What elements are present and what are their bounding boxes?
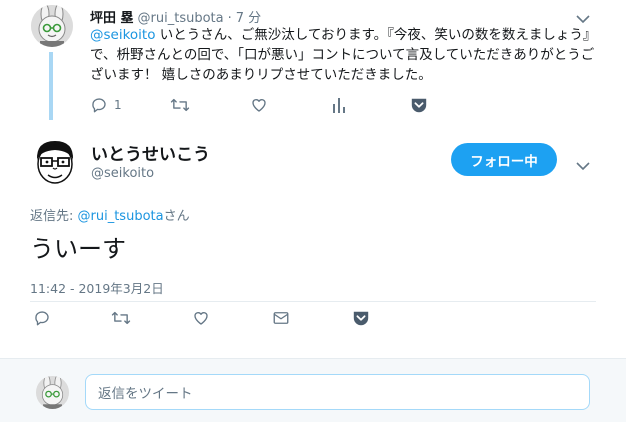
reply-placeholder: 返信をツイート — [98, 386, 193, 402]
reply-to-suffix: さん — [163, 209, 190, 224]
divider — [30, 301, 596, 302]
thread-line — [49, 52, 53, 120]
parent-tweet-body: いとうさん、ご無沙汰しております。『今夜、笑いの数を数えましょう』で、枡野さんと… — [90, 27, 597, 83]
parent-reply-button[interactable]: 1 — [90, 96, 122, 114]
main-retweet-button[interactable] — [111, 309, 131, 327]
like-icon — [192, 309, 210, 327]
parent-mention-link[interactable]: @seikoito — [90, 27, 156, 43]
pocket-icon — [352, 309, 370, 327]
parent-pocket-button[interactable] — [410, 96, 428, 114]
retweet-icon — [111, 309, 131, 327]
analytics-icon — [331, 96, 347, 114]
main-author-handle[interactable]: @seikoito — [91, 166, 154, 181]
main-message-button[interactable] — [272, 309, 290, 327]
reply-to-line: 返信先: @rui_tsubotaさん — [30, 205, 190, 224]
reply-to-prefix: 返信先: — [30, 209, 78, 224]
main-tweet-timestamp[interactable]: 11:42 - 2019年3月2日 — [30, 278, 164, 297]
parent-reply-count: 1 — [114, 98, 122, 112]
main-pocket-button[interactable] — [352, 309, 370, 327]
following-button[interactable]: フォロー中 — [451, 143, 557, 176]
parent-tweet-text: @seikoito いとうさん、ご無沙汰しております。『今夜、笑いの数を数えまし… — [90, 25, 600, 85]
message-icon — [272, 309, 290, 327]
parent-tweet-header: 坪田 塁 @rui_tsubota · 7 分 — [90, 7, 261, 26]
pocket-icon — [410, 96, 428, 114]
parent-more-chevron-down-icon[interactable] — [576, 9, 590, 24]
parent-author-handle[interactable]: @rui_tsubota — [138, 11, 224, 26]
main-more-chevron-down-icon[interactable] — [576, 156, 590, 171]
reply-icon — [90, 96, 108, 114]
main-tweet-text: ういーす — [30, 235, 126, 263]
main-author-name[interactable]: いとうせいこう — [91, 140, 210, 165]
parent-timestamp[interactable]: 7 分 — [236, 7, 261, 26]
parent-avatar[interactable] — [31, 5, 73, 47]
reply-tweet-input[interactable]: 返信をツイート — [85, 374, 590, 410]
current-user-avatar[interactable] — [36, 376, 69, 409]
separator-dot: · — [227, 11, 232, 26]
parent-like-button[interactable] — [250, 96, 268, 114]
parent-analytics-button[interactable] — [331, 96, 347, 114]
parent-author-name[interactable]: 坪田 塁 — [90, 7, 134, 26]
parent-retweet-button[interactable] — [170, 96, 190, 114]
main-avatar[interactable] — [30, 137, 80, 187]
retweet-icon — [170, 96, 190, 114]
main-like-button[interactable] — [192, 309, 210, 327]
reply-to-handle-link[interactable]: @rui_tsubota — [78, 209, 164, 224]
like-icon — [250, 96, 268, 114]
reply-icon — [33, 309, 51, 327]
main-reply-button[interactable] — [33, 309, 51, 327]
